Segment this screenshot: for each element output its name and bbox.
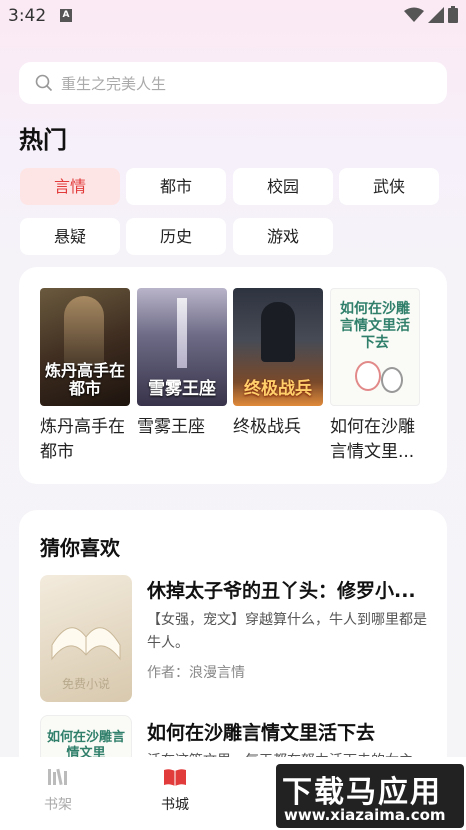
tag-history[interactable]: 历史 — [126, 218, 226, 255]
signal-icon — [428, 6, 444, 23]
book-title: 终极战兵 — [233, 417, 301, 437]
hot-book-item[interactable]: 炼丹高手在都市 炼丹高手在都市 — [40, 288, 130, 465]
hot-book-item[interactable]: 终极战兵 终极战兵 — [233, 288, 323, 440]
book-title: 休掉太子爷的丑丫头：修罗小... — [147, 580, 416, 602]
tag-wuxia[interactable]: 武侠 — [339, 168, 439, 205]
cover-text: 雪雾王座 — [148, 379, 216, 399]
book-title: 炼丹高手在都市 — [40, 417, 125, 462]
notification-icon: A — [60, 9, 72, 22]
book-cover: 免费小说 — [40, 575, 132, 702]
tag-mystery[interactable]: 悬疑 — [20, 218, 120, 255]
tag-campus[interactable]: 校园 — [233, 168, 333, 205]
open-book-icon — [164, 769, 186, 786]
tag-romance[interactable]: 言情 — [20, 168, 120, 205]
guess-section-title: 猜你喜欢 — [40, 536, 120, 560]
book-cover: 终极战兵 — [233, 288, 323, 406]
cover-text: 终极战兵 — [244, 379, 312, 399]
cover-text: 如何在沙雕言情文里活下去 — [340, 301, 410, 351]
book-title: 如何在沙雕言情文里... — [330, 417, 415, 462]
status-bar: 3:42 A — [0, 0, 466, 34]
book-title: 如何在沙雕言情文里活下去 — [147, 722, 376, 744]
tab-label: 书城 — [161, 797, 189, 813]
cover-text: 炼丹高手在都市 — [44, 361, 125, 398]
tab-label: 书架 — [44, 797, 72, 813]
hot-book-item[interactable]: 如何在沙雕言情文里活下去 如何在沙雕言情文里... — [330, 288, 420, 465]
search-icon — [35, 74, 53, 92]
hot-section-title: 热门 — [19, 126, 67, 154]
book-title: 雪雾王座 — [137, 417, 205, 437]
watermark-url: www.xiazaima.com — [284, 806, 446, 824]
bookshelf-icon — [48, 768, 67, 786]
book-cover: 如何在沙雕言情文里活下去 — [330, 288, 420, 406]
hot-books-card: 炼丹高手在都市 炼丹高手在都市 雪雾王座 雪雾王座 终极战兵 终极战兵 如何在沙… — [19, 267, 447, 484]
battery-icon — [448, 6, 458, 23]
tag-game[interactable]: 游戏 — [233, 218, 333, 255]
cover-text: 免费小说 — [61, 677, 110, 691]
watermark-logo: 下载马应用 www.xiazaima.com — [276, 764, 464, 828]
search-bar[interactable]: 重生之完美人生 — [19, 62, 447, 104]
tab-bookshelf[interactable]: 书架 — [28, 767, 88, 814]
book-cover: 炼丹高手在都市 — [40, 288, 130, 406]
book-description: 【女强，宠文】穿越算什么，牛人到哪里都是牛人。 — [147, 612, 427, 651]
wifi-icon — [404, 7, 424, 22]
book-author: 作者：浪漫言情 — [147, 665, 245, 681]
watermark-text: 下载马应用 — [282, 775, 442, 810]
status-time: 3:42 — [8, 6, 47, 26]
tag-urban[interactable]: 都市 — [126, 168, 226, 205]
system-icons — [404, 6, 458, 23]
book-cover: 雪雾王座 — [137, 288, 227, 406]
hot-book-item[interactable]: 雪雾王座 雪雾王座 — [137, 288, 227, 440]
tab-bookstore[interactable]: 书城 — [145, 767, 205, 814]
search-placeholder: 重生之完美人生 — [61, 75, 167, 93]
